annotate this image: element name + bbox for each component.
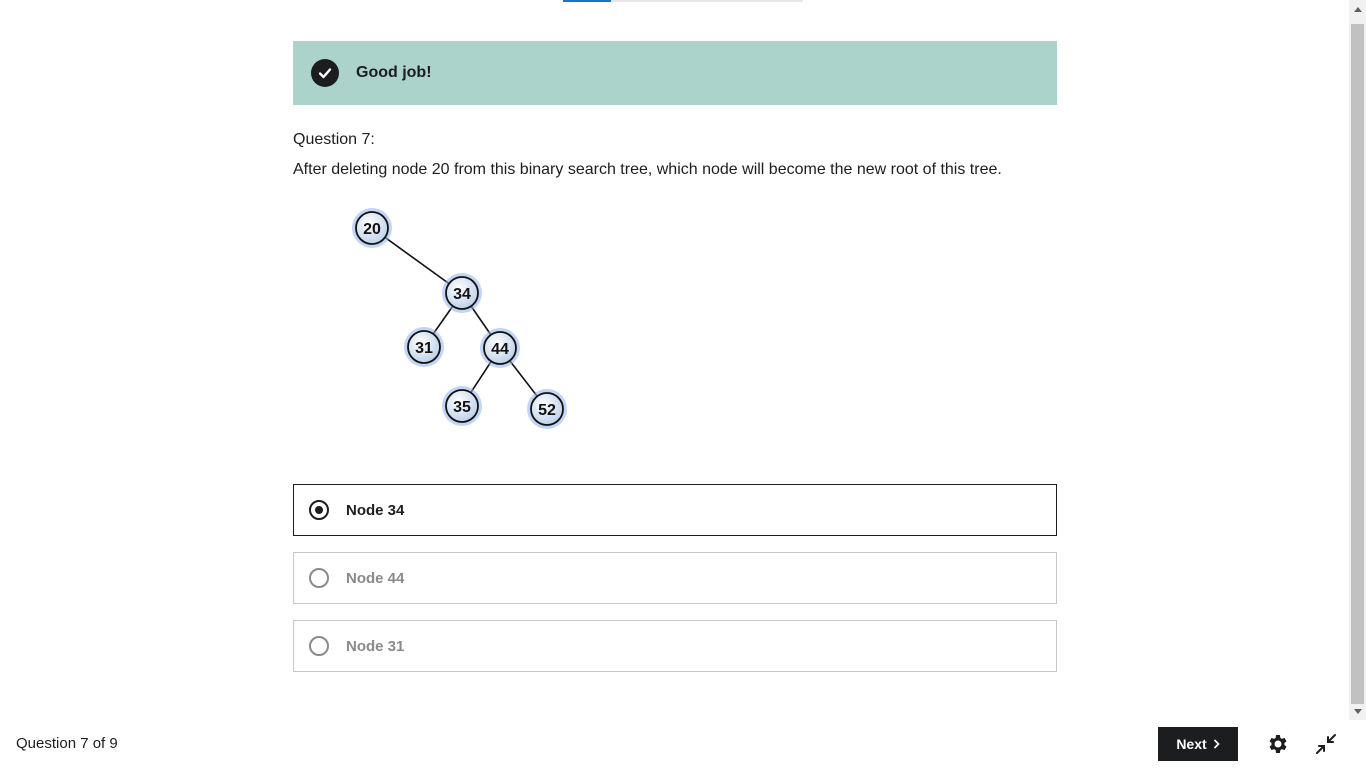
answer-option-label: Node 31 xyxy=(346,637,405,655)
tree-node-label: 31 xyxy=(415,340,433,357)
tree-node-44: 44 xyxy=(480,328,520,368)
chevron-right-icon xyxy=(1213,739,1220,749)
radio-unselected-icon[interactable] xyxy=(309,636,329,656)
radio-unselected-icon[interactable] xyxy=(309,568,329,588)
binary-search-tree-diagram: 20 34 31 44 35 52 xyxy=(352,208,567,429)
feedback-banner: Good job! xyxy=(293,41,1057,105)
tree-node-35: 35 xyxy=(442,386,482,426)
answer-option-node-34[interactable]: Node 34 xyxy=(293,484,1057,536)
radio-selected-icon[interactable] xyxy=(309,500,329,520)
answer-option-label: Node 34 xyxy=(346,501,405,519)
answer-option-label: Node 44 xyxy=(346,569,405,587)
tree-node-label: 34 xyxy=(453,286,471,303)
question-text: After deleting node 20 from this binary … xyxy=(293,161,1002,178)
collapse-icon[interactable] xyxy=(1314,732,1338,756)
tree-node-31: 31 xyxy=(404,327,444,367)
tree-node-34: 34 xyxy=(442,273,482,313)
scrollbar-thumb[interactable] xyxy=(1351,24,1364,704)
scrollbar[interactable] xyxy=(1349,0,1366,720)
scroll-down-arrow-icon[interactable] xyxy=(1349,703,1366,720)
tree-node-label: 20 xyxy=(363,221,381,238)
lecture-progress-fill xyxy=(563,0,611,2)
answer-option-node-44[interactable]: Node 44 xyxy=(293,552,1057,604)
tree-node-label: 35 xyxy=(453,399,471,416)
tree-node-20: 20 xyxy=(352,208,392,248)
next-button-label: Next xyxy=(1176,736,1207,752)
next-button[interactable]: Next xyxy=(1158,727,1238,761)
question-number: Question 7: xyxy=(293,131,375,148)
scroll-up-arrow-icon[interactable] xyxy=(1349,0,1366,17)
check-circle-icon xyxy=(311,59,339,87)
gear-icon[interactable] xyxy=(1266,732,1290,756)
tree-node-label: 52 xyxy=(538,402,556,419)
tree-node-label: 44 xyxy=(491,341,509,358)
question-progress-text: Question 7 of 9 xyxy=(16,735,118,752)
lecture-progress-bar xyxy=(563,0,803,2)
tree-node-52: 52 xyxy=(527,389,567,429)
answer-option-node-31[interactable]: Node 31 xyxy=(293,620,1057,672)
feedback-message: Good job! xyxy=(356,64,432,81)
